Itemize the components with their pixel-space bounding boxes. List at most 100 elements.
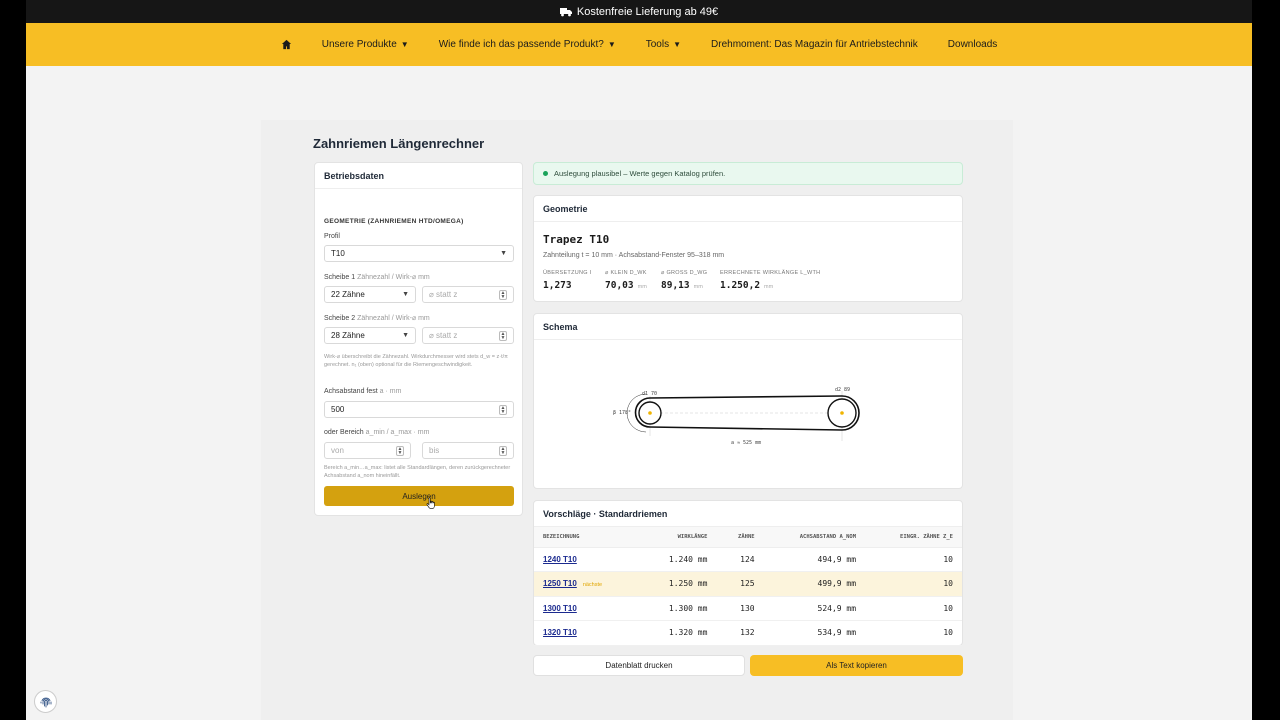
metric-label: Errechnete Wirklänge L_wth [720,270,821,276]
label-d2: d2 89 [835,387,850,393]
cell-length: 1.320 mm [639,620,717,646]
home-icon [281,39,291,50]
amin-input[interactable]: von ▲ ▼ [324,442,411,459]
cell-name: 1300 T10 [534,596,640,621]
spinner-icon[interactable]: ▲ ▼ [499,289,507,300]
hint-bereich: Bereich a_min…a_max: listet alle Standar… [324,465,511,479]
schema-card: Schema d1 70 d2 89 β 178° a ≈ 525 mm [533,313,963,489]
betriebsdaten-card: Betriebsdaten GEOMETRIE (ZAHNRIEMEN HTD/… [314,162,523,516]
nav-produktfinder[interactable]: Wie finde ich das passende Produkt? ▼ [439,39,616,50]
card-title: Betriebsdaten [315,163,522,189]
achsabstand-input[interactable]: 500 ▲ ▼ [324,401,514,418]
hint-wirkdurchmesser: Wirk-⌀ überschreibt die Zähnezahl. Wirkd… [324,354,508,368]
chevron-down-icon: ▼ [607,40,616,49]
browser-viewport: Kostenfreie Lieferung ab 49€ Unsere Prod… [26,0,1252,720]
scheibe1-select[interactable]: 22 Zähne ▼ [324,286,416,303]
nav-label: Unsere Produkte [321,39,397,50]
nav-label: Wie finde ich das passende Produkt? [438,39,604,50]
nav-produkte[interactable]: Unsere Produkte ▼ [322,39,409,50]
table-row: 1240 T10 1.240 mm 124 494,9 mm 10 [534,547,962,572]
als-text-kopieren-button[interactable]: Als Text kopieren [750,655,963,676]
placeholder: ⌀ statt z [429,290,458,299]
status-text: Auslegung plausibel – Werte gegen Katalo… [554,169,726,178]
cell-teeth: 125 [716,571,764,597]
spinner-icon[interactable]: ▲ ▼ [499,404,507,415]
scheibe2-value: 28 Zähne [331,331,365,340]
chevron-down-icon: ▼ [402,332,409,339]
profil-label: Profil [324,233,340,240]
metric-value: 70,03 mm [605,280,647,291]
cell-axis: 499,9 mm [763,571,866,597]
metric-value: 1.250,2 mm [720,280,820,291]
scheibe2-select[interactable]: 28 Zähne ▼ [324,327,416,344]
nav-label: Downloads [947,39,998,50]
cell-axis: 494,9 mm [763,547,866,572]
pulley-small-center [648,411,652,415]
nav-home[interactable] [281,39,292,50]
col-eingriff: Eingr. Zähne z_e [865,527,962,548]
auslegen-button[interactable]: Auslegen [324,486,514,506]
pulley-large-center [840,411,844,415]
belt-link[interactable]: 1240 T10 [543,555,577,564]
card-title: Geometrie [534,196,962,222]
bereich-label: oder Bereich a_min / a_max · mm [324,429,429,436]
amax-input[interactable]: bis ▲ ▼ [422,442,514,459]
nav-magazin[interactable]: Drehmoment: Das Magazin für Antriebstech… [711,39,918,50]
bereich-sub: a_min / a_max · mm [365,429,430,436]
scheibe1-label-text: Scheibe 1 [324,274,356,281]
table-row: 1300 T10 1.300 mm 130 524,9 mm 10 [534,596,962,621]
col-bezeichnung: Bezeichnung [534,527,640,548]
cell-teeth: 130 [716,596,764,621]
metric-value: 1,273 [543,280,592,291]
geometrie-card: Geometrie Trapez T10 Zahnteilung t = 10 … [533,195,963,302]
naechste-badge: nächste [582,582,603,589]
nav-label: Drehmoment: Das Magazin für Antriebstech… [711,39,918,50]
nav-tools[interactable]: Tools ▼ [646,39,681,50]
cell-axis: 524,9 mm [763,596,866,621]
belt-link[interactable]: 1300 T10 [543,604,577,613]
metric-number: 1.250,2 [720,280,761,291]
metric-uebersetzung: Übersetzung i 1,273 [543,270,592,291]
spinner-icon[interactable]: ▲ ▼ [499,445,507,456]
nav-downloads[interactable]: Downloads [948,39,997,50]
privacy-settings-button[interactable] [34,690,57,713]
cell-length: 1.250 mm [639,571,717,597]
achsabstand-sub: a · mm [379,388,402,395]
metric-value: 89,13 mm [661,280,707,291]
label-achsabstand: a ≈ 525 mm [731,440,761,446]
metric-number: 70,03 [605,280,634,291]
placeholder: ⌀ statt z [429,331,458,340]
fingerprint-icon [40,697,51,707]
belt-link[interactable]: 1250 T10 [543,579,577,588]
status-banner: Auslegung plausibel – Werte gegen Katalo… [533,162,963,185]
scheibe2-sub: Zähnezahl / Wirk-⌀ mm [357,315,430,322]
profil-label-text: Profil [324,233,340,240]
page-title: Zahnriemen Längenrechner [313,136,485,151]
scheibe1-diameter-input[interactable]: ⌀ statt z ▲ ▼ [422,286,514,303]
chevron-down-icon: ▼ [402,291,409,298]
spinner-icon[interactable]: ▲ ▼ [499,330,507,341]
metric-d-gross: ⌀ groß d_wg 89,13mm [661,270,707,291]
col-zaehne: Zähne [716,527,764,548]
cell-name: 1320 T10 [534,620,640,646]
belt-profile-sub: Zahnteilung t = 10 mm · Achsabstand-Fens… [543,252,725,259]
metric-unit: mm [764,284,774,290]
cell-teeth: 124 [716,547,764,572]
belt-link[interactable]: 1320 T10 [543,628,577,637]
table-row: 1320 T10 1.320 mm 132 534,9 mm 10 [534,620,962,646]
metric-unit: mm [693,284,703,290]
achsabstand-value: 500 [331,405,345,414]
cell-ze: 10 [865,547,962,572]
spinner-icon[interactable]: ▲ ▼ [396,445,404,456]
label-angle: β 178° [613,410,631,416]
cell-length: 1.240 mm [639,547,717,572]
datenblatt-drucken-button[interactable]: Datenblatt drucken [533,655,745,676]
scheibe1-sub: Zähnezahl / Wirk-⌀ mm [357,274,430,281]
col-achsabstand: Achsabstand a_nom [763,527,866,548]
cell-teeth: 132 [716,620,764,646]
profil-select[interactable]: T10 ▼ [324,245,514,262]
bereich-label-text: oder Bereich [324,429,364,436]
achsabstand-label: Achsabstand fest a · mm [324,388,401,395]
scheibe2-diameter-input[interactable]: ⌀ statt z ▲ ▼ [422,327,514,344]
cell-axis: 534,9 mm [763,620,866,646]
